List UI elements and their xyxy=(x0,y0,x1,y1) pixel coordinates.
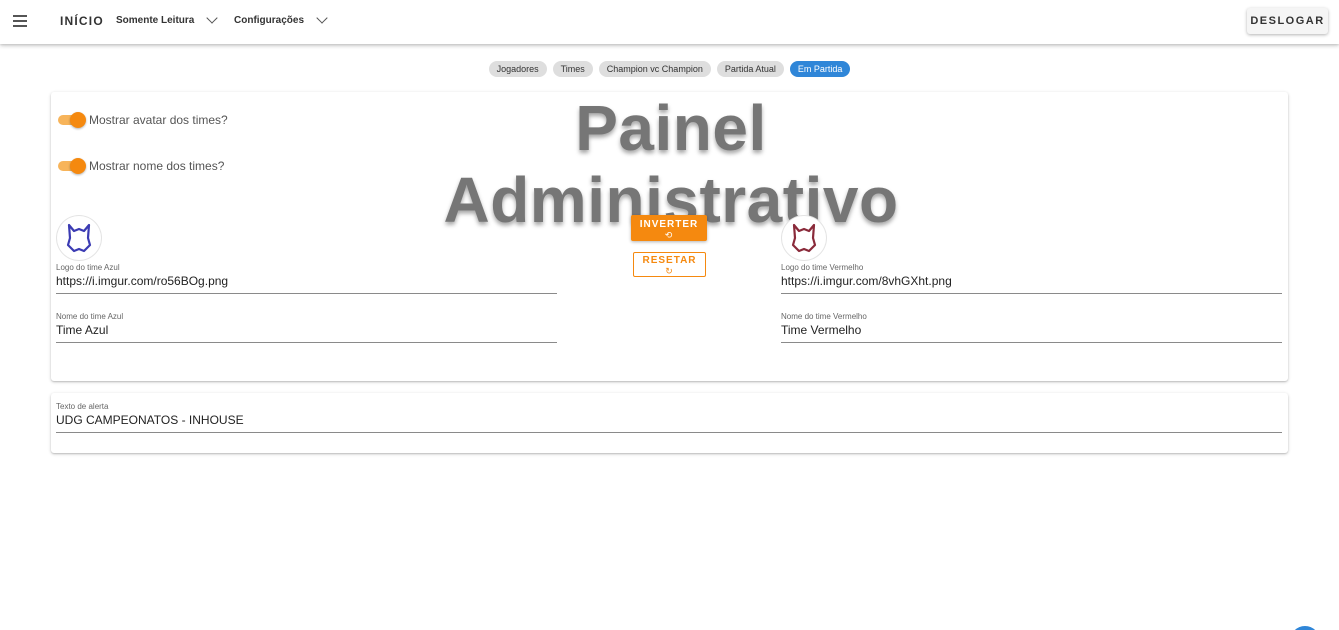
reset-icon: ↻ xyxy=(665,266,674,276)
blue-logo-label: Logo do time Azul xyxy=(56,263,120,272)
red-logo-input[interactable]: https://i.imgur.com/8vhGXht.png xyxy=(781,273,1282,293)
readonly-dropdown[interactable]: Somente Leitura xyxy=(116,12,219,26)
chevron-down-icon xyxy=(316,12,328,24)
blue-team-avatar xyxy=(57,216,101,260)
readonly-dropdown-label: Somente Leitura xyxy=(116,15,195,26)
blue-logo-field[interactable]: Logo do time Azul https://i.imgur.com/ro… xyxy=(56,263,557,294)
logout-button[interactable]: DESLOGAR xyxy=(1247,8,1328,34)
alert-card: Texto de alerta UDG CAMPEONATOS - INHOUS… xyxy=(51,393,1288,453)
toggle-show-name-label: Mostrar nome dos times? xyxy=(89,159,225,173)
red-logo-field[interactable]: Logo do time Vermelho https://i.imgur.co… xyxy=(781,263,1282,294)
red-team-avatar xyxy=(782,216,826,260)
invert-button[interactable]: INVERTER ⟲ xyxy=(631,215,707,241)
red-logo-label: Logo do time Vermelho xyxy=(781,263,864,272)
avatar-toggle-switch[interactable] xyxy=(57,112,86,128)
tab-partida-atual[interactable]: Partida Atual xyxy=(716,61,784,77)
app-bar: INÍCIO Somente Leitura Configurações DES… xyxy=(0,0,1339,44)
red-name-input[interactable]: Time Vermelho xyxy=(781,322,1282,342)
tab-champion-vc-champion[interactable]: Champion vc Champion xyxy=(598,61,711,77)
toggle-show-name[interactable]: Mostrar nome dos times? xyxy=(57,158,224,174)
tab-em-partida[interactable]: Em Partida xyxy=(789,61,851,77)
red-name-field[interactable]: Nome do time Vermelho Time Vermelho xyxy=(781,312,1282,343)
alert-text-field[interactable]: Texto de alerta UDG CAMPEONATOS - INHOUS… xyxy=(56,402,1282,433)
blue-team-logo-icon xyxy=(66,223,92,253)
admin-panel-card: Painel Administrativo Mostrar avatar dos… xyxy=(51,92,1288,381)
red-name-label: Nome do time Vermelho xyxy=(781,312,867,321)
swap-icon: ⟲ xyxy=(664,230,674,240)
alert-text-input[interactable]: UDG CAMPEONATOS - INHOUSE xyxy=(56,412,1282,432)
reset-button[interactable]: RESETAR ↻ xyxy=(633,252,706,277)
menu-icon[interactable] xyxy=(10,11,30,31)
red-team-logo-icon xyxy=(791,223,817,253)
tab-jogadores[interactable]: Jogadores xyxy=(488,61,547,77)
alert-text-label: Texto de alerta xyxy=(56,402,109,411)
toggle-show-avatar-label: Mostrar avatar dos times? xyxy=(89,113,228,127)
reset-button-label: RESETAR xyxy=(642,255,697,266)
blue-name-input[interactable]: Time Azul xyxy=(56,322,557,342)
invert-button-label: INVERTER xyxy=(639,219,699,230)
blue-logo-input[interactable]: https://i.imgur.com/ro56BOg.png xyxy=(56,273,557,293)
blue-name-field[interactable]: Nome do time Azul Time Azul xyxy=(56,312,557,343)
blue-name-label: Nome do time Azul xyxy=(56,312,124,321)
nav-home-link[interactable]: INÍCIO xyxy=(60,14,104,28)
toggle-show-avatar[interactable]: Mostrar avatar dos times? xyxy=(57,112,228,128)
chevron-down-icon xyxy=(206,12,219,24)
settings-dropdown-label: Configurações xyxy=(234,15,305,26)
settings-dropdown[interactable]: Configurações xyxy=(234,12,328,26)
tab-times[interactable]: Times xyxy=(552,61,593,77)
floating-action-button[interactable] xyxy=(1290,626,1320,630)
tab-chips: Jogadores Times Champion vc Champion Par… xyxy=(0,61,1339,77)
name-toggle-switch[interactable] xyxy=(57,158,86,174)
